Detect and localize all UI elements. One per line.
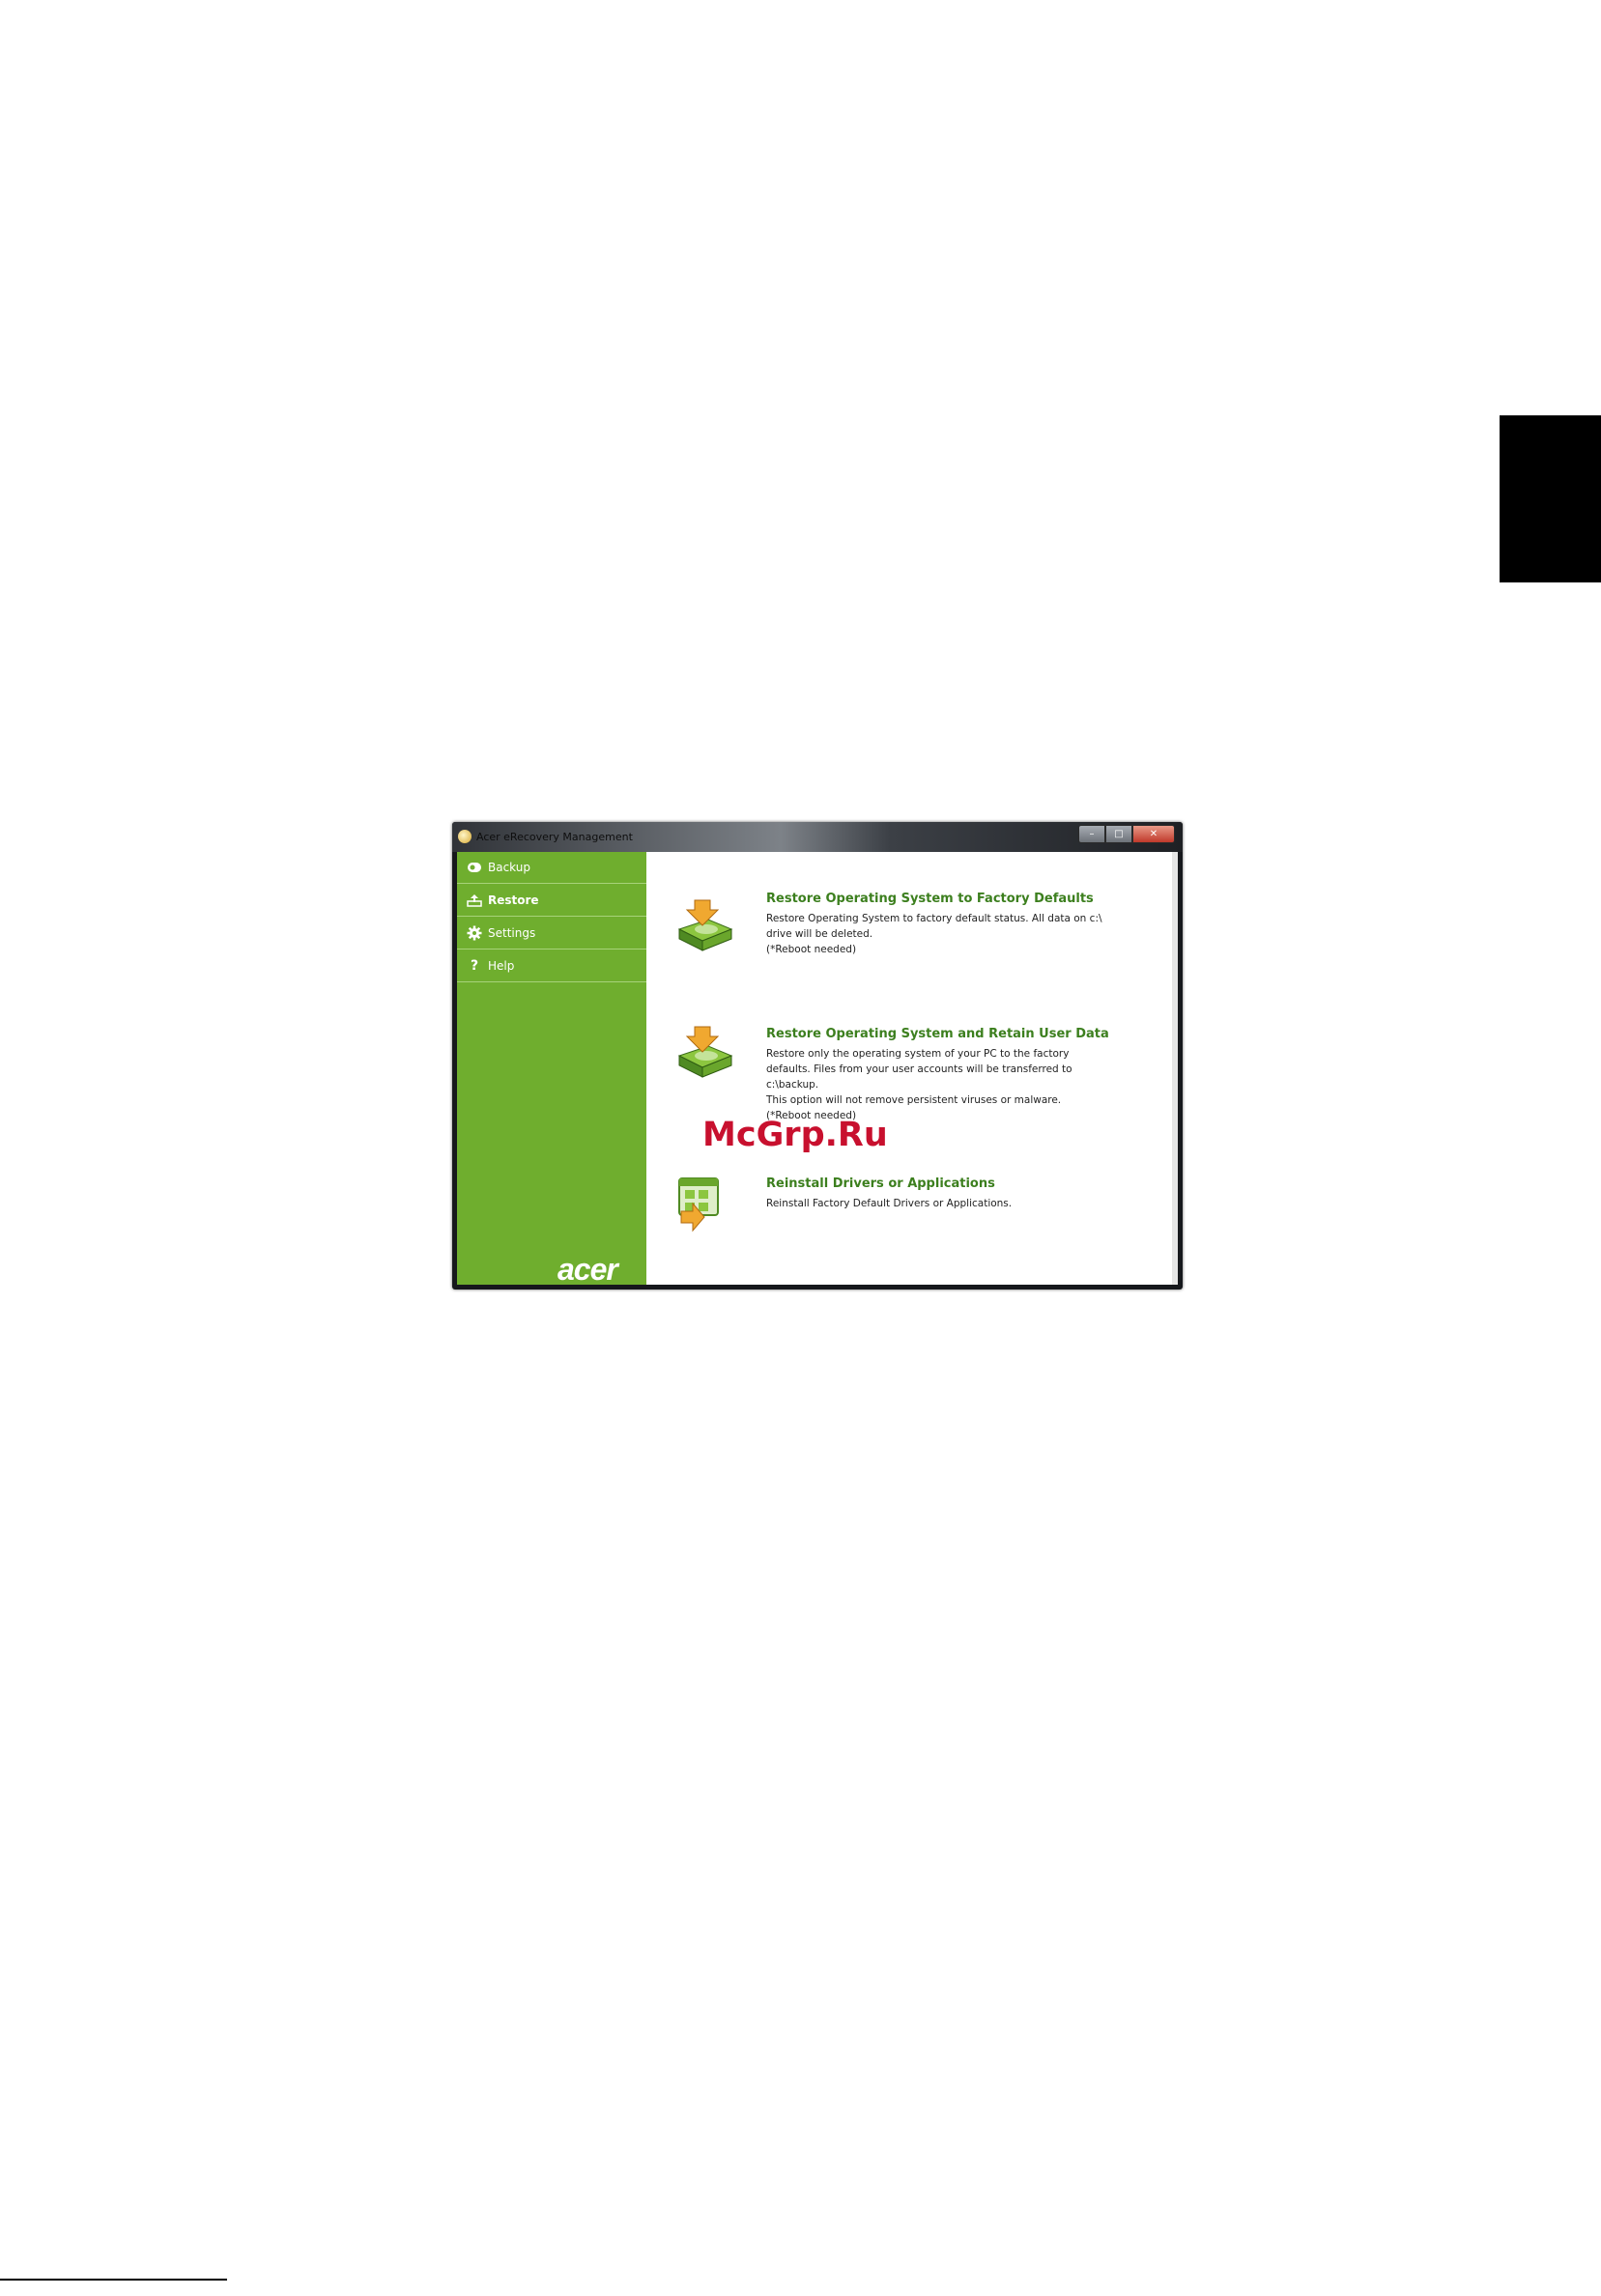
description-line: Restore only the operating system of you… xyxy=(766,1048,1070,1060)
sidebar-item-backup[interactable]: Backup xyxy=(457,852,646,884)
sidebar-item-label: Backup xyxy=(488,861,530,874)
main-panel: Restore Operating System to Factory Defa… xyxy=(646,852,1172,1285)
description-line: Reinstall Factory Default Drivers or App… xyxy=(766,1198,1013,1209)
sidebar-item-help[interactable]: ? Help xyxy=(457,950,646,982)
option-title[interactable]: Restore Operating System to Factory Defa… xyxy=(766,892,1094,906)
backup-icon xyxy=(467,860,482,875)
app-icon xyxy=(458,830,472,843)
sidebar-item-label: Help xyxy=(488,959,515,973)
chapter-tab-marker xyxy=(1500,415,1601,582)
option-title[interactable]: Restore Operating System and Retain User… xyxy=(766,1027,1109,1041)
sidebar-item-label: Settings xyxy=(488,926,536,940)
window-controls: – □ ✕ xyxy=(1078,825,1175,843)
maximize-button[interactable]: □ xyxy=(1105,825,1132,843)
description-line: drive will be deleted. xyxy=(766,928,873,940)
sidebar-item-label: Restore xyxy=(488,893,539,907)
footer-rule xyxy=(0,2279,227,2281)
acer-logo: acer xyxy=(557,1252,618,1287)
description-line: c:\backup. xyxy=(766,1079,819,1091)
option-description: Restore Operating System to factory defa… xyxy=(766,911,1153,957)
help-icon: ? xyxy=(470,958,479,974)
reinstall-apps-icon xyxy=(673,1175,735,1233)
sidebar: Backup Restore Settings ? Help acer xyxy=(457,852,646,1287)
restore-icon xyxy=(467,893,482,908)
erecovery-window: Acer eRecovery Management – □ ✕ Backup R… xyxy=(452,822,1183,1290)
option-description: Reinstall Factory Default Drivers or App… xyxy=(766,1196,1153,1211)
sidebar-item-restore[interactable]: Restore xyxy=(457,885,646,917)
option-title[interactable]: Reinstall Drivers or Applications xyxy=(766,1176,995,1191)
minimize-button[interactable]: – xyxy=(1078,825,1105,843)
title-bar[interactable]: Acer eRecovery Management – □ ✕ xyxy=(452,822,1183,852)
window-title: Acer eRecovery Management xyxy=(476,831,633,843)
description-line: (*Reboot needed) xyxy=(766,944,857,955)
description-line: This option will not remove persistent v… xyxy=(766,1094,1062,1106)
description-line: Restore Operating System to factory defa… xyxy=(766,913,1102,924)
restore-drive-icon xyxy=(673,896,735,954)
watermark-text: McGrp.Ru xyxy=(702,1116,888,1154)
gear-icon xyxy=(467,925,482,941)
option-description: Restore only the operating system of you… xyxy=(766,1046,1153,1123)
scrollbar[interactable] xyxy=(1172,852,1178,1285)
restore-drive-icon xyxy=(673,1023,735,1081)
description-line: defaults. Files from your user accounts … xyxy=(766,1063,1072,1075)
close-button[interactable]: ✕ xyxy=(1132,825,1175,843)
sidebar-item-settings[interactable]: Settings xyxy=(457,918,646,950)
